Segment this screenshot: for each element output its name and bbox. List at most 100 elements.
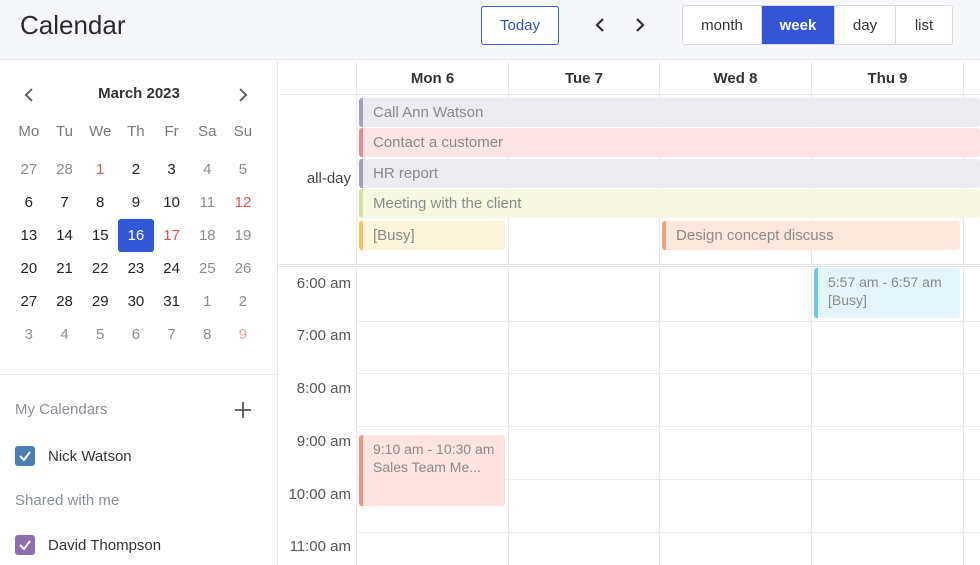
- allday-event-contact-customer[interactable]: Contact a customer: [359, 128, 980, 157]
- day-column-headers: Mon 6 Tue 7 Wed 8 Thu 9: [279, 61, 980, 95]
- mini-day-cell[interactable]: 4: [189, 153, 225, 186]
- mini-day-cell[interactable]: 7: [47, 186, 83, 219]
- mini-day-cell[interactable]: 25: [189, 252, 225, 285]
- prev-week-button[interactable]: [591, 14, 609, 36]
- chevron-left-icon: [24, 88, 33, 102]
- view-month-button[interactable]: month: [683, 6, 762, 44]
- sidebar: March 2023 Mo Tu We Th Fr Sa Su 27 28 1 2 3 4…: [0, 61, 278, 565]
- mini-day-cell[interactable]: 12: [225, 186, 261, 219]
- sidebar-divider: [0, 374, 278, 375]
- hour-label: 7:00 am: [296, 327, 351, 344]
- mini-day-cell[interactable]: 1: [189, 285, 225, 318]
- mini-day-cell[interactable]: 7: [154, 318, 190, 351]
- mini-day-cell[interactable]: 13: [11, 219, 47, 252]
- timed-event-sales-team[interactable]: 9:10 am - 10:30 am Sales Team Me...: [359, 435, 505, 506]
- mini-day-cell[interactable]: 18: [189, 219, 225, 252]
- mini-next-month-button[interactable]: [234, 85, 252, 105]
- mini-day-cell[interactable]: 9: [225, 318, 261, 351]
- time-grid: 6:00 am 7:00 am 8:00 am 9:00 am 10:00 am…: [279, 268, 980, 565]
- shared-with-me-label: Shared with me: [15, 492, 120, 509]
- chevron-right-icon: [636, 18, 645, 32]
- mini-day-cell[interactable]: 10: [154, 186, 190, 219]
- mini-day-cell[interactable]: 6: [11, 186, 47, 219]
- mini-day-cell[interactable]: 2: [118, 153, 154, 186]
- day-header-thu[interactable]: Thu 9: [811, 61, 963, 95]
- mini-day-cell[interactable]: 24: [154, 252, 190, 285]
- mini-day-cell[interactable]: 5: [82, 318, 118, 351]
- allday-event-meeting-client[interactable]: Meeting with the client: [359, 189, 980, 218]
- mini-day-cell[interactable]: 27: [11, 285, 47, 318]
- mini-day-cell[interactable]: 26: [225, 252, 261, 285]
- add-calendar-icon[interactable]: [234, 401, 252, 419]
- mini-day-cell[interactable]: 20: [11, 252, 47, 285]
- weekday-label: Th: [127, 123, 145, 140]
- calendar-item-david-thompson[interactable]: David Thompson: [15, 535, 161, 555]
- mini-day-cell[interactable]: 6: [118, 318, 154, 351]
- column-divider: [963, 268, 964, 565]
- allday-event-design-concept[interactable]: Design concept discuss: [662, 221, 960, 250]
- column-divider: [508, 268, 509, 565]
- check-icon: [19, 451, 31, 462]
- mini-day-cell[interactable]: 30: [118, 285, 154, 318]
- mini-day-cell[interactable]: 28: [47, 285, 83, 318]
- mini-day-cell[interactable]: 5: [225, 153, 261, 186]
- timed-event-busy[interactable]: 5:57 am - 6:57 am [Busy]: [814, 268, 960, 318]
- mini-day-cell[interactable]: 3: [154, 153, 190, 186]
- calendar-checkbox[interactable]: [15, 535, 35, 555]
- selected-day: 16: [118, 219, 154, 252]
- mini-day-cell[interactable]: 17: [154, 219, 190, 252]
- weekday-label: We: [89, 123, 112, 140]
- today-button[interactable]: Today: [481, 6, 559, 45]
- hour-label: 11:00 am: [289, 538, 351, 555]
- my-calendars-label: My Calendars: [15, 401, 108, 418]
- mini-day-cell[interactable]: 22: [82, 252, 118, 285]
- hour-line: [356, 373, 980, 374]
- mini-day-cell[interactable]: 2: [225, 285, 261, 318]
- mini-day-cell[interactable]: 16: [118, 219, 154, 252]
- view-switcher: month week day list: [682, 5, 953, 45]
- mini-day-cell[interactable]: 19: [225, 219, 261, 252]
- calendar-checkbox[interactable]: [15, 446, 35, 466]
- column-divider: [356, 268, 357, 565]
- hour-line: [356, 426, 980, 427]
- view-day-button[interactable]: day: [835, 6, 896, 44]
- view-list-button[interactable]: list: [896, 6, 952, 44]
- allday-event-busy[interactable]: [Busy]: [359, 221, 505, 250]
- column-divider: [356, 95, 357, 267]
- mini-day-cell[interactable]: 28: [47, 153, 83, 186]
- mini-calendar-header: March 2023: [14, 83, 264, 107]
- hour-label: 10:00 am: [288, 486, 351, 503]
- mini-day-cell[interactable]: 3: [11, 318, 47, 351]
- mini-day-cell[interactable]: 11: [189, 186, 225, 219]
- calendar-item-nick-watson[interactable]: Nick Watson: [15, 446, 132, 466]
- mini-day-cell[interactable]: 21: [47, 252, 83, 285]
- mini-day-cell[interactable]: 1: [82, 153, 118, 186]
- mini-prev-month-button[interactable]: [20, 85, 38, 105]
- mini-day-cell[interactable]: 29: [82, 285, 118, 318]
- mini-day-cell[interactable]: 4: [47, 318, 83, 351]
- weekday-label: Mo: [18, 123, 40, 140]
- mini-weekday-row: Mo Tu We Th Fr Sa Su: [11, 123, 261, 140]
- allday-event-hr-report[interactable]: HR report: [359, 159, 980, 188]
- calendar-name: David Thompson: [48, 536, 162, 554]
- view-week-button[interactable]: week: [762, 6, 835, 44]
- mini-day-cell[interactable]: 23: [118, 252, 154, 285]
- mini-day-cell[interactable]: 8: [189, 318, 225, 351]
- mini-day-cell[interactable]: 9: [118, 186, 154, 219]
- column-divider: [659, 268, 660, 565]
- mini-day-cell[interactable]: 14: [47, 219, 83, 252]
- event-title: Sales Team Me...: [373, 459, 481, 475]
- allday-event-call-ann-watson[interactable]: Call Ann Watson: [359, 98, 980, 127]
- mini-day-cell[interactable]: 8: [82, 186, 118, 219]
- mini-day-cell[interactable]: 31: [154, 285, 190, 318]
- mini-day-cell[interactable]: 27: [11, 153, 47, 186]
- day-header-mon[interactable]: Mon 6: [356, 61, 508, 95]
- mini-day-cell[interactable]: 15: [82, 219, 118, 252]
- next-week-button[interactable]: [631, 14, 649, 36]
- event-title: [Busy]: [828, 292, 867, 308]
- weekday-label: Sa: [198, 123, 217, 140]
- day-header-wed[interactable]: Wed 8: [659, 61, 811, 95]
- hour-line: [356, 321, 980, 322]
- weekday-label: Fr: [164, 123, 179, 140]
- day-header-tue[interactable]: Tue 7: [508, 61, 659, 95]
